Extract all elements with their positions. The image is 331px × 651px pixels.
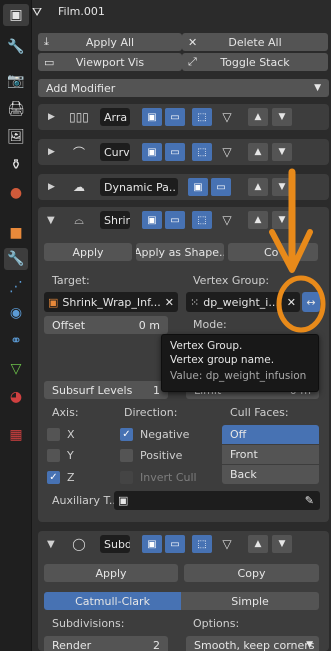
annotation-arrow — [269, 168, 326, 333]
